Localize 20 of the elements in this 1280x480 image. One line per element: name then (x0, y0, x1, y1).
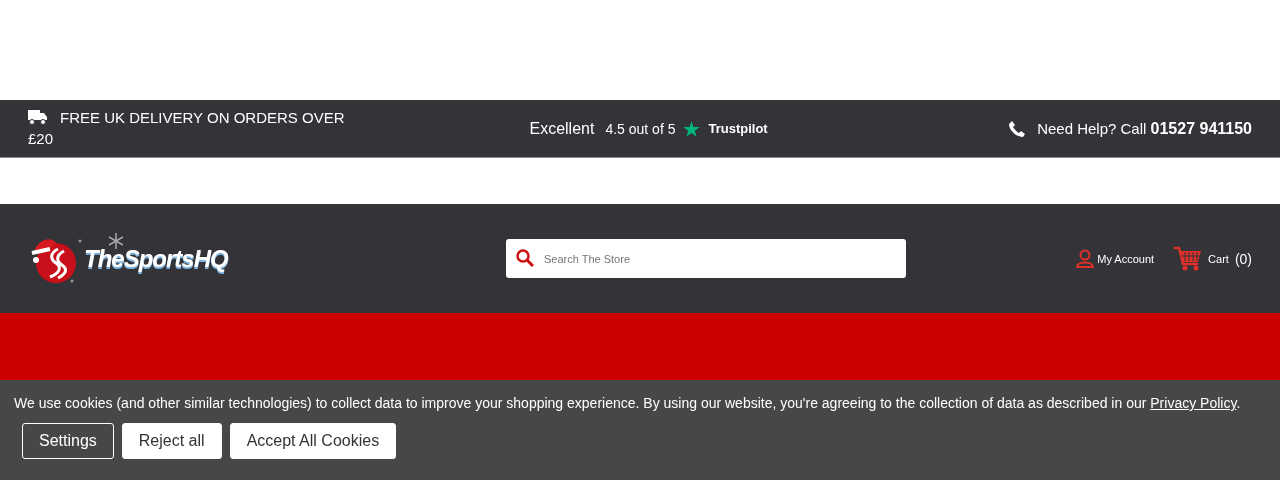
search-icon (516, 249, 534, 267)
cookie-button[interactable]: Accept All Cookies (229, 423, 397, 459)
truck-icon (28, 108, 48, 125)
account-link[interactable]: My Account (1076, 249, 1155, 268)
cart-icon (1174, 245, 1203, 272)
help-text: Need Help? Call 01527 941150 (1037, 119, 1252, 138)
trustpilot-logo[interactable]: Trustpilot (708, 121, 768, 136)
cookie-notice: We use cookies (and other similar technologies) to collect data to improve your shopping experience. By using our website, you're agreeing to the collection of data as described in our Privacy Policy. (14, 394, 1242, 412)
cart-link[interactable]: Cart (0) (1174, 245, 1252, 272)
search-field[interactable]: Search The Store (506, 239, 906, 278)
logo-text[interactable]: TheSportsHQ (84, 244, 228, 273)
cookie-button[interactable]: Reject all (121, 423, 222, 459)
delivery-notice: FREE UK DELIVERY ON ORDERS OVER £20 (28, 107, 346, 149)
snowflake-icon (107, 232, 124, 249)
rating-word: Excellent (529, 119, 595, 138)
cookie-button[interactable]: Settings (22, 423, 114, 459)
rating-score: 4.5 out of 5 (605, 120, 676, 137)
star-icon (683, 120, 701, 137)
user-icon (1076, 249, 1095, 268)
phone-icon (1009, 120, 1026, 137)
